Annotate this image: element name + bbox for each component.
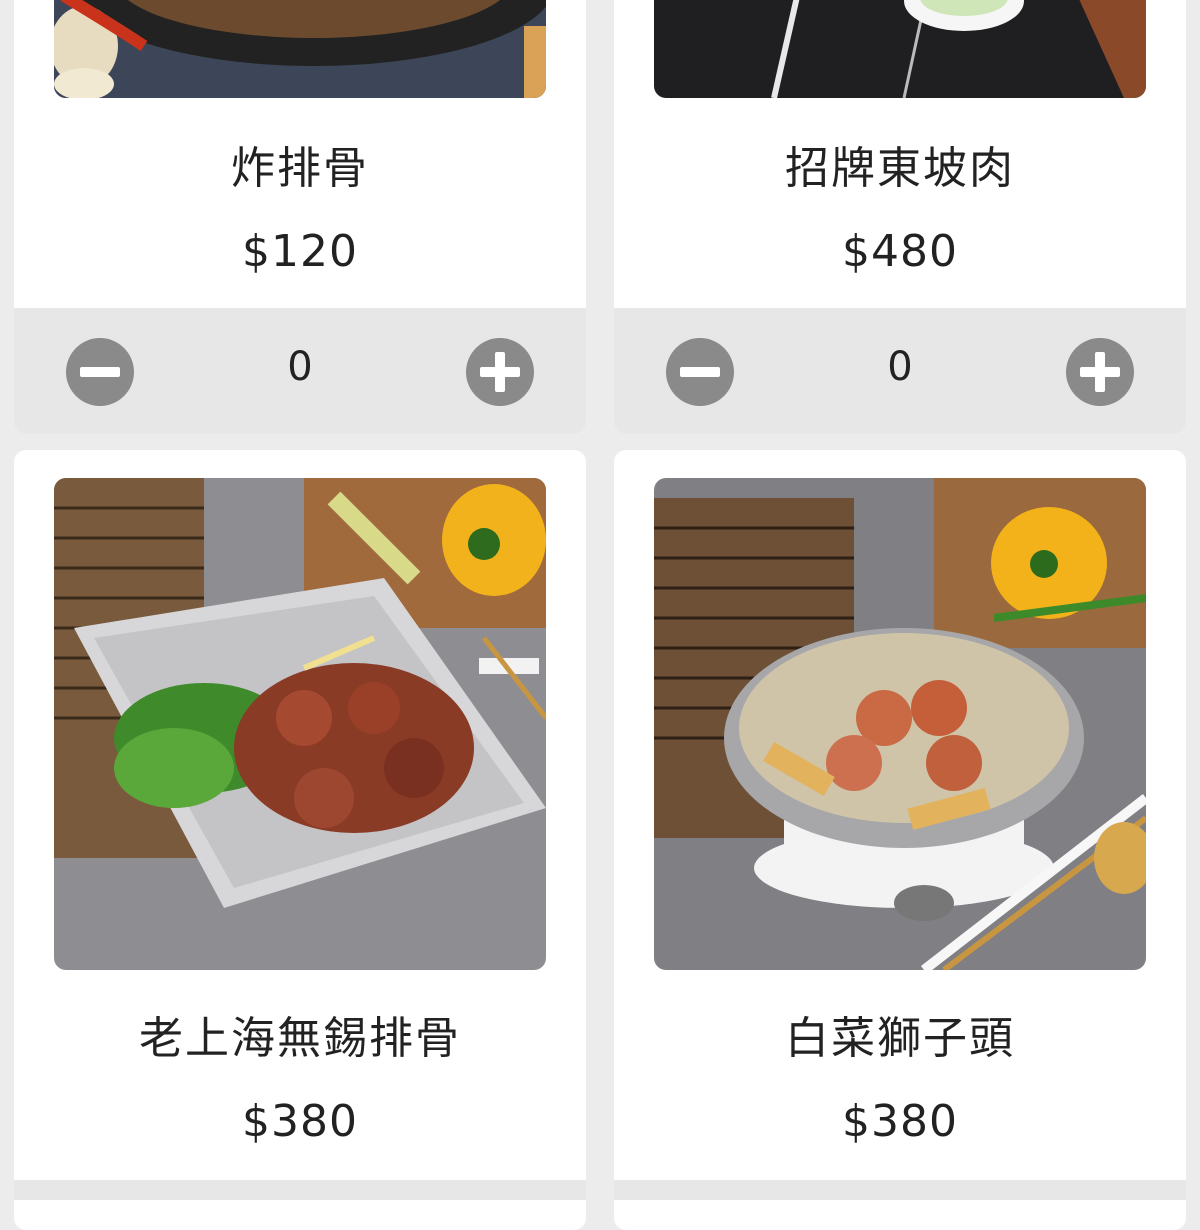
- dish-price: $380: [242, 1096, 358, 1147]
- dish-price: $120: [242, 226, 358, 277]
- fried-pork-chop-photo-icon: [54, 0, 546, 98]
- dish-name: 招牌東坡肉: [785, 143, 1015, 194]
- quantity-stepper: 0: [14, 308, 586, 434]
- wuxi-spare-ribs-photo-icon: [54, 478, 546, 970]
- dongpo-pork-photo-icon: [654, 0, 1146, 98]
- increase-quantity-button[interactable]: [466, 338, 534, 406]
- dish-photo[interactable]: [654, 478, 1146, 970]
- menu-item-card[interactable]: 招牌東坡肉 $480 0: [614, 0, 1186, 434]
- menu-item-card[interactable]: 老上海無錫排骨 $380: [14, 450, 586, 1230]
- dish-price: $380: [842, 1096, 958, 1147]
- menu-item-card[interactable]: 白菜獅子頭 $380: [614, 450, 1186, 1230]
- dish-photo[interactable]: [54, 0, 546, 98]
- menu-item-card[interactable]: 炸排骨 $120 0: [14, 0, 586, 434]
- menu-grid: 炸排骨 $120 0 招牌東坡肉 $480 0 老上海無錫排骨 $380 白菜獅…: [0, 0, 1200, 1230]
- quantity-stepper: [614, 1180, 1186, 1200]
- dish-price: $480: [842, 226, 958, 277]
- napa-cabbage-lions-head-photo-icon: [654, 478, 1146, 970]
- dish-name: 炸排骨: [231, 143, 369, 194]
- dish-photo[interactable]: [654, 0, 1146, 98]
- quantity-stepper: 0: [614, 308, 1186, 434]
- increase-quantity-button[interactable]: [1066, 338, 1134, 406]
- dish-name: 老上海無錫排骨: [139, 1013, 461, 1064]
- quantity-stepper: [14, 1180, 586, 1200]
- dish-name: 白菜獅子頭: [785, 1013, 1015, 1064]
- dish-photo[interactable]: [54, 478, 546, 970]
